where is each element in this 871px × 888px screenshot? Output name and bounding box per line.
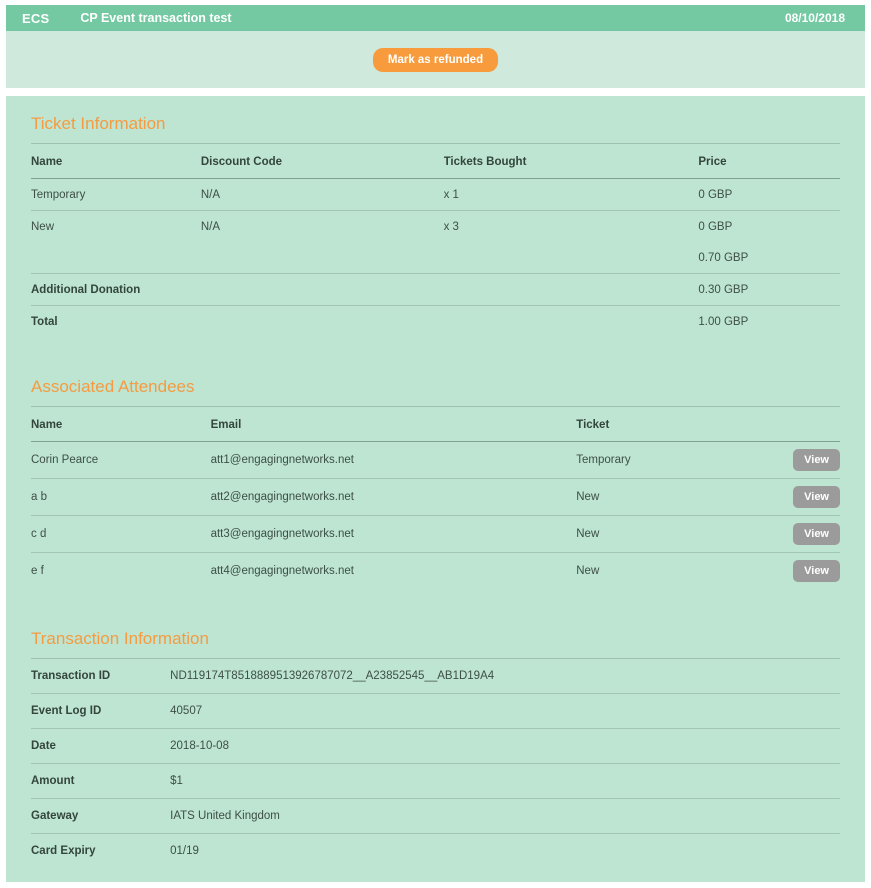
attendee-row: Corin Pearce att1@engagingnetworks.net T…: [31, 442, 840, 479]
cell-attendee-ticket: New: [576, 479, 783, 516]
transaction-table: Transaction ID ND119174T8518889513926787…: [31, 659, 840, 868]
kv-value-gateway: IATS United Kingdom: [170, 799, 840, 834]
transaction-row: Card Expiry 01/19: [31, 834, 840, 869]
header-date: 08/10/2018: [785, 11, 845, 25]
summary-row-additional-donation: Additional Donation 0.30 GBP: [31, 274, 840, 306]
kv-label-event-log-id: Event Log ID: [31, 694, 170, 729]
cell-attendee-name: a b: [31, 479, 211, 516]
kv-value-event-log-id: 40507: [170, 694, 840, 729]
cell-attendee-email: att3@engagingnetworks.net: [211, 516, 577, 553]
attendees-table: Name Email Ticket Corin Pearce att1@enga…: [31, 407, 840, 589]
cell-price: 0 GBP: [698, 211, 840, 243]
cell-attendee-email: att2@engagingnetworks.net: [211, 479, 577, 516]
transaction-row: Date 2018-10-08: [31, 729, 840, 764]
cell-price: 0 GBP: [698, 179, 840, 211]
cell-attendee-email: att4@engagingnetworks.net: [211, 553, 577, 590]
cell-attendee-email: att1@engagingnetworks.net: [211, 442, 577, 479]
column-header-actions: [783, 407, 840, 442]
ticket-row: Temporary N/A x 1 0 GBP: [31, 179, 840, 211]
attendees-table-header: Name Email Ticket: [31, 407, 840, 442]
kv-value-date: 2018-10-08: [170, 729, 840, 764]
section-title-associated-attendees: Associated Attendees: [31, 375, 840, 407]
app-header: ECS CP Event transaction test 08/10/2018: [6, 5, 865, 31]
column-header-discount-code: Discount Code: [201, 144, 444, 179]
column-header-email: Email: [211, 407, 577, 442]
cell-tickets-bought: x 3: [444, 211, 699, 243]
transaction-row: Amount $1: [31, 764, 840, 799]
kv-label-card-expiry: Card Expiry: [31, 834, 170, 869]
cell-attendee-ticket: Temporary: [576, 442, 783, 479]
ticket-table: Name Discount Code Tickets Bought Price …: [31, 144, 840, 337]
cell-attendee-name: e f: [31, 553, 211, 590]
ticket-row: 0.70 GBP: [31, 242, 840, 274]
toolbar: Mark as refunded: [6, 31, 865, 88]
column-header-name: Name: [31, 407, 211, 442]
kv-label-gateway: Gateway: [31, 799, 170, 834]
cell-ticket-name: Temporary: [31, 179, 201, 211]
cell-discount-code: [201, 242, 444, 274]
column-header-price: Price: [698, 144, 840, 179]
app-brand: ECS: [22, 11, 49, 26]
attendee-row: c d att3@engagingnetworks.net New View: [31, 516, 840, 553]
column-header-tickets-bought: Tickets Bought: [444, 144, 699, 179]
view-attendee-button[interactable]: View: [793, 486, 840, 508]
cell-attendee-name: Corin Pearce: [31, 442, 211, 479]
column-header-name: Name: [31, 144, 201, 179]
cell-ticket-name: New: [31, 211, 201, 243]
cell-attendee-ticket: New: [576, 553, 783, 590]
content-panel: Ticket Information Name Discount Code Ti…: [6, 96, 865, 882]
kv-value-amount: $1: [170, 764, 840, 799]
attendee-row: e f att4@engagingnetworks.net New View: [31, 553, 840, 590]
kv-label-date: Date: [31, 729, 170, 764]
kv-label-amount: Amount: [31, 764, 170, 799]
mark-as-refunded-button[interactable]: Mark as refunded: [373, 48, 498, 72]
column-header-ticket: Ticket: [576, 407, 783, 442]
ticket-row: New N/A x 3 0 GBP: [31, 211, 840, 243]
transaction-row: Transaction ID ND119174T8518889513926787…: [31, 659, 840, 694]
kv-label-transaction-id: Transaction ID: [31, 659, 170, 694]
cell-attendee-ticket: New: [576, 516, 783, 553]
cell-discount-code: N/A: [201, 179, 444, 211]
transaction-row: Gateway IATS United Kingdom: [31, 799, 840, 834]
ticket-table-header: Name Discount Code Tickets Bought Price: [31, 144, 840, 179]
kv-value-transaction-id: ND119174T8518889513926787072__A23852545_…: [170, 659, 840, 694]
cell-price: 1.00 GBP: [698, 306, 840, 338]
section-title-transaction-information: Transaction Information: [31, 627, 840, 659]
summary-label: Total: [31, 306, 698, 338]
page: ECS CP Event transaction test 08/10/2018…: [0, 0, 871, 888]
transaction-row: Event Log ID 40507: [31, 694, 840, 729]
summary-row-total: Total 1.00 GBP: [31, 306, 840, 338]
attendee-row: a b att2@engagingnetworks.net New View: [31, 479, 840, 516]
cell-price: 0.70 GBP: [698, 242, 840, 274]
cell-discount-code: N/A: [201, 211, 444, 243]
cell-attendee-name: c d: [31, 516, 211, 553]
page-title: CP Event transaction test: [80, 11, 231, 25]
kv-value-card-expiry: 01/19: [170, 834, 840, 869]
cell-tickets-bought: [444, 242, 699, 274]
cell-tickets-bought: x 1: [444, 179, 699, 211]
view-attendee-button[interactable]: View: [793, 560, 840, 582]
summary-label: Additional Donation: [31, 274, 698, 306]
view-attendee-button[interactable]: View: [793, 449, 840, 471]
section-title-ticket-information: Ticket Information: [31, 112, 840, 144]
view-attendee-button[interactable]: View: [793, 523, 840, 545]
cell-price: 0.30 GBP: [698, 274, 840, 306]
cell-ticket-name: [31, 242, 201, 274]
